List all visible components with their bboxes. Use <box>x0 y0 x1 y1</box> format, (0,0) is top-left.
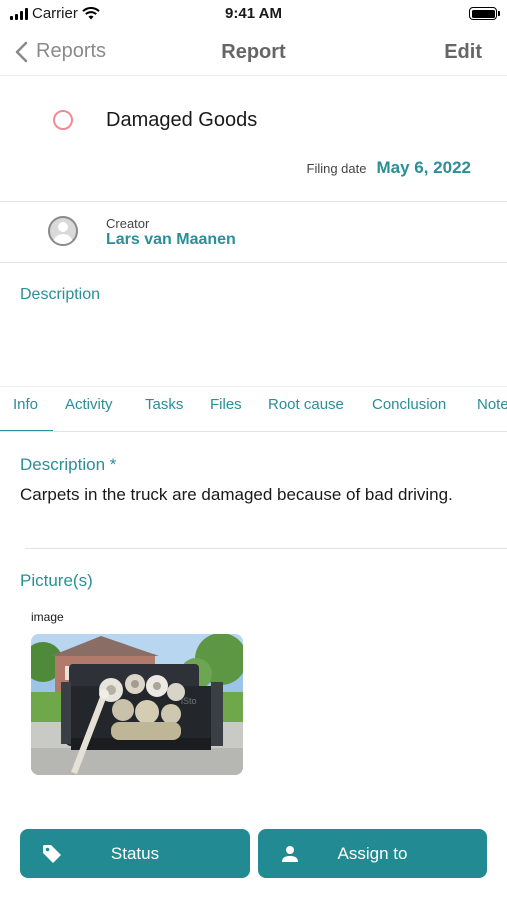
tab-info[interactable]: Info <box>13 396 38 413</box>
status-bar: Carrier 9:41 AM <box>0 0 507 28</box>
divider <box>25 548 507 549</box>
person-icon <box>282 846 298 862</box>
battery-icon <box>469 7 500 20</box>
filing-date-row: Filing date May 6, 2022 <box>307 158 472 178</box>
divider <box>0 262 507 263</box>
image-caption: image <box>31 610 64 624</box>
filing-date-value: May 6, 2022 <box>376 158 471 177</box>
creator-label: Creator <box>106 216 150 231</box>
assign-button[interactable]: Assign to <box>258 829 487 878</box>
divider <box>0 201 507 202</box>
tab-files[interactable]: Files <box>210 396 242 413</box>
description-text: Carpets in the truck are damaged because… <box>20 485 453 504</box>
filing-date-label: Filing date <box>306 161 367 176</box>
description-label: Description * <box>20 455 117 474</box>
description-heading: Description <box>20 286 101 303</box>
status-button[interactable]: Status <box>20 829 250 878</box>
svg-text:iSto: iSto <box>181 696 197 706</box>
pictures-label: Picture(s) <box>20 571 93 590</box>
tab-bar: Info Activity Tasks Files Root cause Con… <box>0 386 507 432</box>
status-time: 9:41 AM <box>225 5 282 22</box>
damaged-goods-photo[interactable]: iSto <box>31 634 243 775</box>
tag-icon <box>43 845 61 863</box>
tab-tasks[interactable]: Tasks <box>145 396 183 413</box>
creator-row: Creator Lars van Maanen <box>0 214 507 254</box>
nav-bar: Reports Report Edit <box>0 30 507 76</box>
creator-name[interactable]: Lars van Maanen <box>106 231 236 249</box>
status-circle-icon <box>53 110 73 130</box>
tab-root-cause[interactable]: Root cause <box>268 396 344 413</box>
page-title: Report <box>221 41 286 63</box>
tab-activity[interactable]: Activity <box>65 396 113 413</box>
report-header: Damaged Goods <box>0 100 507 140</box>
active-tab-indicator <box>0 430 53 431</box>
report-title: Damaged Goods <box>106 109 258 131</box>
edit-button[interactable]: Edit <box>444 41 482 64</box>
tab-notes[interactable]: Notes <box>477 396 507 413</box>
avatar <box>48 216 78 246</box>
tab-conclusion[interactable]: Conclusion <box>372 396 446 413</box>
